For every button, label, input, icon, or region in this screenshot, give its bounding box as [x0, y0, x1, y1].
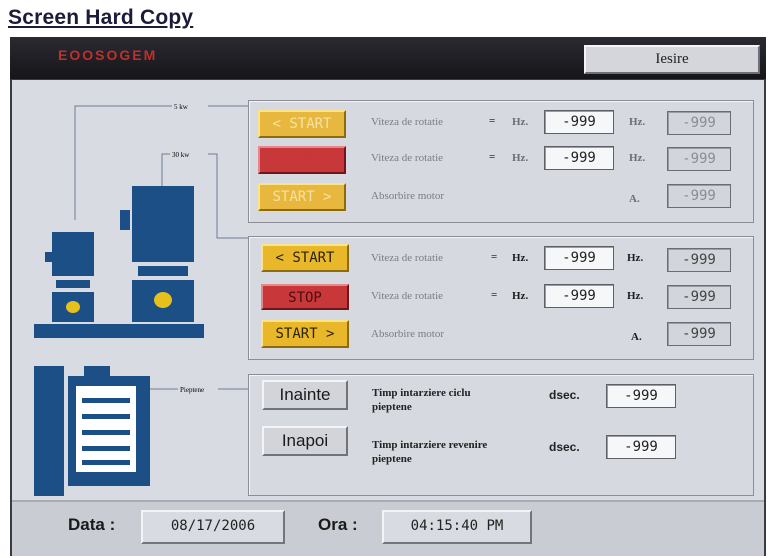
return-delay-input[interactable]: -999 [606, 435, 676, 459]
time-value: 04:15:40 PM [382, 510, 532, 544]
motor2-speed-setpoint-2[interactable]: -999 [544, 284, 614, 308]
cycle-delay-input[interactable]: -999 [606, 384, 676, 408]
hz-unit: Hz. [512, 152, 529, 164]
brand-logo: EOOSOGEM [58, 47, 158, 63]
hz-unit: Hz. [512, 252, 529, 264]
motor2-speed-setpoint[interactable]: -999 [544, 246, 614, 270]
motor2-stop-button[interactable]: STOP [261, 284, 349, 310]
motor2-speed-readout: -999 [667, 248, 731, 272]
return-delay-label: Timp intarziere revenire pieptene [372, 439, 488, 465]
hz-unit: Hz. [629, 116, 646, 128]
machine-base [34, 324, 204, 338]
forward-button[interactable]: Inainte [262, 380, 348, 410]
comb-unit-icon [34, 366, 150, 496]
tag-5kw: 5 kw [174, 103, 189, 111]
hz-unit: Hz. [629, 152, 646, 164]
tag-30kw: 30 kw [172, 151, 190, 159]
motor2-start-left-button[interactable]: < START [261, 244, 349, 272]
dsec-unit: dsec. [549, 440, 580, 454]
motor2-speed-label: Viteza de rotatie [371, 252, 444, 264]
equals-sign: = [489, 115, 496, 127]
motor1-speed-setpoint[interactable]: -999 [544, 110, 614, 134]
hz-unit: Hz. [512, 290, 529, 302]
cycle-delay-label: Timp intarziere ciclu pieptene [372, 387, 471, 413]
motor1-start-left-button[interactable]: < START [258, 110, 346, 138]
back-button[interactable]: Inapoi [262, 426, 348, 456]
hz-unit: Hz. [627, 290, 644, 302]
connector-line [161, 153, 170, 188]
amp-unit: A. [631, 331, 642, 343]
motor2-current-readout: -999 [667, 322, 731, 346]
tag-pieptene: Pieptene [180, 386, 204, 394]
connector-line [208, 153, 248, 239]
motor1-speed-readout: -999 [667, 111, 731, 135]
small-motor-icon [45, 232, 94, 322]
motor2-start-right-button[interactable]: START > [261, 320, 349, 348]
motor1-speed-label: Viteza de rotatie [371, 152, 444, 164]
equals-sign: = [491, 289, 498, 301]
motor1-start-right-button[interactable]: START > [258, 183, 346, 211]
equals-sign: = [491, 251, 498, 263]
motor1-current-readout: -999 [667, 184, 731, 208]
motor1-speed-setpoint-2[interactable]: -999 [544, 146, 614, 170]
large-motor-icon [120, 186, 194, 322]
motor1-current-label: Absorbire motor [371, 190, 445, 202]
motor1-speed-label: Viteza de rotatie [371, 116, 444, 128]
hz-unit: Hz. [627, 252, 644, 264]
amp-unit: A. [629, 193, 640, 205]
date-label: Data : [68, 515, 116, 534]
screen-caption: Screen Hard Copy [8, 6, 194, 29]
time-label: Ora : [318, 515, 358, 534]
exit-button[interactable]: Iesire [584, 45, 760, 74]
dsec-unit: dsec. [549, 388, 580, 402]
motor2-speed-readout-2: -999 [667, 285, 731, 309]
motor2-speed-label: Viteza de rotatie [371, 290, 444, 302]
equals-sign: = [489, 151, 496, 163]
motor1-speed-readout-2: -999 [667, 147, 731, 171]
motor2-current-label: Absorbire motor [371, 328, 445, 340]
motor1-stop-button[interactable]: STOP [258, 146, 346, 174]
date-value: 08/17/2006 [141, 510, 285, 544]
hz-unit: Hz. [512, 116, 529, 128]
